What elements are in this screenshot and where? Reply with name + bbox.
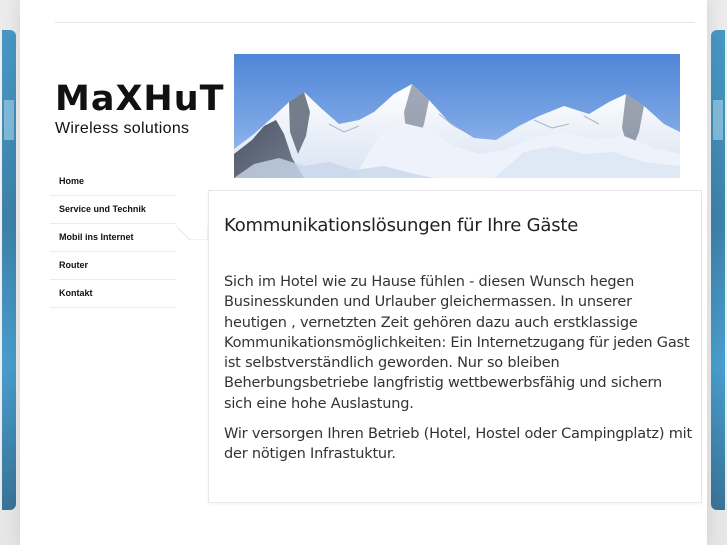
left-decorative-strip: [2, 30, 16, 510]
page-container: MaXHuT Wireless solutions Home Service u…: [20, 0, 707, 545]
right-decorative-strip: [711, 30, 725, 510]
active-nav-pointer: [176, 226, 208, 240]
intro-paragraph: Sich im Hotel wie zu Hause fühlen - dies…: [224, 274, 690, 412]
service-paragraph: Wir versorgen Ihren Betrieb (Hotel, Host…: [224, 426, 692, 463]
nav-item-home[interactable]: Home: [50, 168, 176, 196]
logo-wordmark: MaXHuT: [55, 79, 225, 119]
nav-item-mobil-ins-internet[interactable]: Mobil ins Internet: [50, 224, 176, 252]
top-divider: [55, 22, 695, 23]
header-mountain-image: [234, 54, 680, 178]
content-panel: Kommunikationslösungen für Ihre Gäste Si…: [208, 190, 702, 503]
logo-tagline: Wireless solutions: [55, 120, 190, 137]
main-navigation: Home Service und Technik Mobil ins Inter…: [50, 168, 176, 308]
site-logo[interactable]: MaXHuT Wireless solutions: [55, 80, 235, 138]
nav-item-service-und-technik[interactable]: Service und Technik: [50, 196, 176, 224]
nav-item-kontakt[interactable]: Kontakt: [50, 280, 176, 308]
mountain-illustration: [234, 54, 680, 178]
nav-item-router[interactable]: Router: [50, 252, 176, 280]
page-title: Kommunikationslösungen für Ihre Gäste: [224, 215, 579, 236]
